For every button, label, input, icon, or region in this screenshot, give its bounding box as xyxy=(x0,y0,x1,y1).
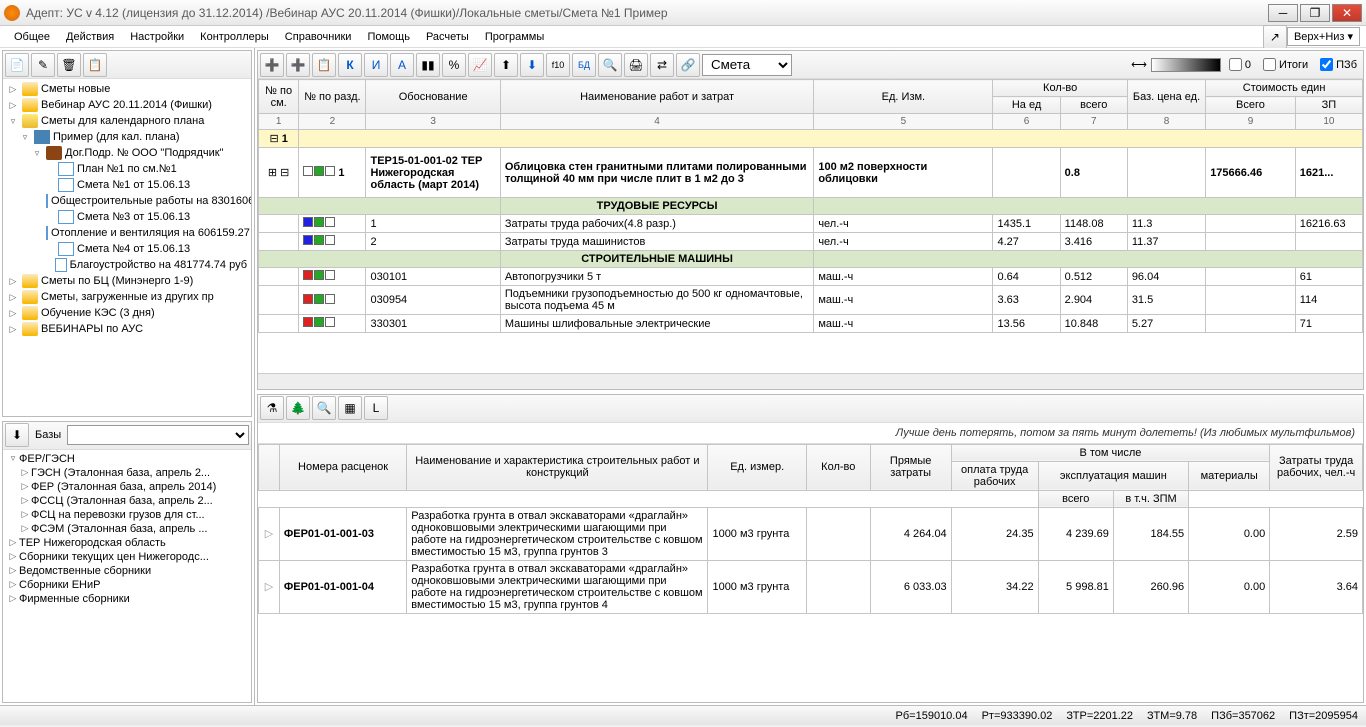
tree-item[interactable]: ▿Пример (для кал. плана) xyxy=(5,129,249,145)
project-tree[interactable]: ▷Сметы новые▷Вебинар АУС 20.11.2014 (Фиш… xyxy=(3,79,251,416)
tree-item[interactable]: Смета №3 от 15.06.13 xyxy=(5,209,249,225)
load-button[interactable]: ⬇ xyxy=(5,423,29,447)
menu-general[interactable]: Общее xyxy=(6,28,58,46)
tb-pct[interactable]: % xyxy=(442,53,466,77)
table-row[interactable]: 030954Подъемники грузоподъемностью до 50… xyxy=(259,286,1363,315)
arrow-icon[interactable]: ↗ xyxy=(1263,25,1287,49)
lt-tree[interactable]: 🌲 xyxy=(286,396,310,420)
tb-print[interactable]: 🖨 xyxy=(624,53,648,77)
chk-itogi[interactable]: Итоги xyxy=(1259,58,1312,71)
tb-add[interactable]: ➕ xyxy=(260,53,284,77)
copy-button[interactable]: 📋 xyxy=(83,53,107,77)
tree-item[interactable]: ▷Сборники текущих цен Нижегородс... xyxy=(5,550,249,564)
minimize-button[interactable]: ─ xyxy=(1268,4,1298,22)
tree-item[interactable]: ▷ФСЦ на перевозки грузов для ст... xyxy=(5,508,249,522)
tree-item[interactable]: Отопление и вентиляция на 606159.27 руб xyxy=(5,225,249,241)
menu-actions[interactable]: Действия xyxy=(58,28,122,46)
gradient-slider[interactable] xyxy=(1151,58,1221,72)
tree-item[interactable]: ▿ФЕР/ГЭСН xyxy=(5,452,249,466)
close-button[interactable]: ✕ xyxy=(1332,4,1362,22)
tb-add2[interactable]: ➕ xyxy=(286,53,310,77)
maximize-button[interactable]: ❐ xyxy=(1300,4,1330,22)
menu-settings[interactable]: Настройки xyxy=(122,28,192,46)
statusbar: Рб=159010.04 Рт=933390.02 ЗТР=2201.22 ЗТ… xyxy=(0,705,1366,725)
tb-i[interactable]: И xyxy=(364,53,388,77)
tb-paste[interactable]: 📋 xyxy=(312,53,336,77)
lt-grid[interactable]: ▦ xyxy=(338,396,362,420)
new-button[interactable]: 📄 xyxy=(5,53,29,77)
tree-item[interactable]: ▷ФЕР (Эталонная база, апрель 2014) xyxy=(5,480,249,494)
bases-combo[interactable] xyxy=(67,425,249,445)
tree-item[interactable]: Смета №1 от 15.06.13 xyxy=(5,177,249,193)
table-row[interactable]: ▷ФЕР01-01-001-03Разработка грунта в отва… xyxy=(259,507,1363,560)
tree-item[interactable]: ▷ФСЭМ (Эталонная база, апрель ... xyxy=(5,522,249,536)
lt-filter[interactable]: ⚗ xyxy=(260,396,284,420)
bases-label: Базы xyxy=(31,429,65,441)
tree-item[interactable]: ▷Ведомственные сборники xyxy=(5,564,249,578)
tb-search[interactable]: 🔍 xyxy=(598,53,622,77)
chk-zero[interactable]: 0 xyxy=(1225,58,1255,71)
menubar: Общее Действия Настройки Контроллеры Спр… xyxy=(0,26,1366,48)
tree-item[interactable]: ▿Сметы для календарного плана xyxy=(5,113,249,129)
tb-bars[interactable]: ▮▮ xyxy=(416,53,440,77)
delete-button[interactable]: 🗑 xyxy=(57,53,81,77)
tree-item[interactable]: План №1 по см.№1 xyxy=(5,161,249,177)
table-row[interactable]: ⊞ ⊟ 1 ТЕР15-01-001-02 ТЕР Нижегородская … xyxy=(259,148,1363,198)
lower-grid: Номера расценок Наименование и характери… xyxy=(258,444,1363,614)
quote: Лучше день потерять, потом за пять минут… xyxy=(258,423,1363,444)
tree-item[interactable]: Смета №4 от 15.06.13 xyxy=(5,241,249,257)
tb-chart[interactable]: 📈 xyxy=(468,53,492,77)
tree-item[interactable]: ▷ВЕБИНАРЫ по АУС xyxy=(5,321,249,337)
view-combo[interactable]: Смета xyxy=(702,54,792,76)
tree-item[interactable]: ▷Фирменные сборники xyxy=(5,592,249,606)
verh-niz-button[interactable]: Верх+Низ ▾ xyxy=(1287,27,1360,46)
tree-item[interactable]: ▷ГЭСН (Эталонная база, апрель 2... xyxy=(5,466,249,480)
tree-item[interactable]: ▷Вебинар АУС 20.11.2014 (Фишки) xyxy=(5,97,249,113)
tree-item[interactable]: ▷Сметы по БЦ (Минэнерго 1-9) xyxy=(5,273,249,289)
menu-controllers[interactable]: Контроллеры xyxy=(192,28,277,46)
tree-item[interactable]: ▷Обучение КЭС (3 дня) xyxy=(5,305,249,321)
tree-item[interactable]: ▷ТЕР Нижегородская область xyxy=(5,536,249,550)
tree-item[interactable]: ▷Сметы новые xyxy=(5,81,249,97)
table-row[interactable]: 030101Автопогрузчики 5 тмаш.-ч0.640.5129… xyxy=(259,268,1363,286)
h-scrollbar[interactable] xyxy=(258,373,1363,389)
edit-button[interactable]: ✎ xyxy=(31,53,55,77)
tree-item[interactable]: ▷Сметы, загруженные из других пр xyxy=(5,289,249,305)
tree-item[interactable]: Благоустройство на 481774.74 руб xyxy=(5,257,249,273)
table-row[interactable]: 1Затраты труда рабочих(4.8 разр.)чел.-ч1… xyxy=(259,215,1363,233)
tb-a[interactable]: А xyxy=(390,53,414,77)
tb-k[interactable]: К xyxy=(338,53,362,77)
menu-calc[interactable]: Расчеты xyxy=(418,28,477,46)
width-icon[interactable]: ⟷ xyxy=(1131,58,1147,71)
main-grid: № по см. № по разд. Обоснование Наименов… xyxy=(258,79,1363,333)
table-row[interactable]: 330301Машины шлифовальные электрическием… xyxy=(259,315,1363,333)
menu-help[interactable]: Помощь xyxy=(359,28,418,46)
menu-programs[interactable]: Программы xyxy=(477,28,552,46)
tb-bd[interactable]: БД xyxy=(572,53,596,77)
tb-link[interactable]: 🔗 xyxy=(676,53,700,77)
tree-item[interactable]: ▷ФССЦ (Эталонная база, апрель 2... xyxy=(5,494,249,508)
lt-search[interactable]: 🔍 xyxy=(312,396,336,420)
chk-pzb[interactable]: ПЗб xyxy=(1316,58,1361,71)
tree-item[interactable]: ▿Дог.Подр. № ООО "Подрядчик" xyxy=(5,145,249,161)
tree-item[interactable]: Общестроительные работы на 8301606.87 ру… xyxy=(5,193,249,209)
table-row[interactable]: 2Затраты труда машинистовчел.-ч4.273.416… xyxy=(259,233,1363,251)
window-title: Адепт: УС v 4.12 (лицензия до 31.12.2014… xyxy=(26,6,1268,20)
tb-down[interactable]: ⬇ xyxy=(520,53,544,77)
table-row[interactable]: ▷ФЕР01-01-001-04Разработка грунта в отва… xyxy=(259,560,1363,613)
bases-tree[interactable]: ▿ФЕР/ГЭСН▷ГЭСН (Эталонная база, апрель 2… xyxy=(3,450,251,702)
app-icon xyxy=(4,5,20,21)
tb-f10[interactable]: f10 xyxy=(546,53,570,77)
lt-l[interactable]: L xyxy=(364,396,388,420)
table-row[interactable]: ⊟ 1 xyxy=(259,130,1363,148)
menu-reference[interactable]: Справочники xyxy=(277,28,360,46)
tb-export[interactable]: ⇄ xyxy=(650,53,674,77)
tb-up[interactable]: ⬆ xyxy=(494,53,518,77)
tree-item[interactable]: ▷Сборники ЕНиР xyxy=(5,578,249,592)
